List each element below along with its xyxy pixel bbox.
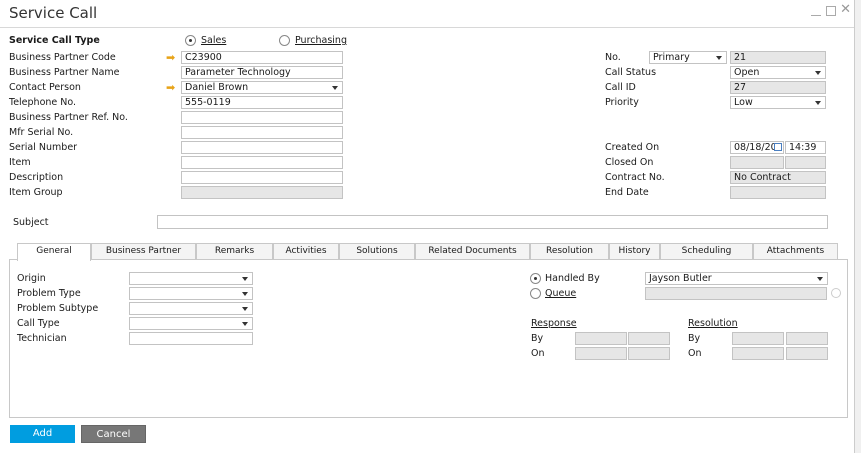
time-field (628, 347, 670, 360)
tab-remarks[interactable]: Remarks (196, 243, 273, 260)
row-label: On (688, 348, 702, 359)
close-icon[interactable]: ✕ (840, 2, 851, 17)
no-label: No. (605, 52, 621, 63)
call-status-label: Call Status (605, 67, 657, 78)
purchasing-label: Purchasing (295, 35, 347, 46)
field-input[interactable]: C23900 (181, 51, 343, 64)
sales-label: Sales (201, 35, 227, 46)
number-field: 21 (730, 51, 826, 64)
tab-scheduling[interactable]: Scheduling (660, 243, 753, 260)
row-label: On (531, 348, 545, 359)
field-label: Business Partner Ref. No. (9, 112, 128, 123)
field-label: Business Partner Code (9, 52, 116, 63)
date-field (732, 347, 784, 360)
created-on-label: Created On (605, 142, 660, 153)
field-label: Description (9, 172, 64, 183)
tab-business-partner[interactable]: Business Partner (91, 243, 196, 260)
created-time-field[interactable]: 14:39 (785, 141, 826, 154)
queue-radio[interactable] (530, 288, 541, 299)
field-input (181, 186, 343, 199)
closed-time-field (785, 156, 826, 169)
priority-label: Priority (605, 97, 639, 108)
field-input[interactable] (129, 287, 253, 300)
field-label: Telephone No. (9, 97, 77, 108)
field-input[interactable]: 555-0119 (181, 96, 343, 109)
tab-related-documents[interactable]: Related Documents (415, 243, 530, 260)
maximize-icon[interactable] (826, 6, 836, 16)
scrollbar[interactable] (854, 0, 861, 453)
field-label: Item (9, 157, 31, 168)
field-label: Problem Type (17, 288, 81, 299)
handled-by-radio[interactable] (530, 273, 541, 284)
calendar-icon[interactable] (774, 143, 782, 151)
time-field (628, 332, 670, 345)
call-id-label: Call ID (605, 82, 636, 93)
tab-resolution[interactable]: Resolution (530, 243, 609, 260)
subject-input[interactable] (157, 215, 828, 229)
field-input[interactable] (129, 332, 253, 345)
field-input[interactable]: Daniel Brown (181, 81, 343, 94)
cancel-button[interactable]: Cancel (81, 425, 146, 443)
queue-field (645, 287, 827, 300)
field-label: Call Type (17, 318, 60, 329)
row-label: By (688, 333, 701, 344)
service-call-type-label: Service Call Type (9, 35, 100, 46)
minimize-icon[interactable] (811, 6, 821, 16)
tab-activities[interactable]: Activities (273, 243, 339, 260)
field-input[interactable] (181, 126, 343, 139)
closed-date-field (730, 156, 784, 169)
priority-dropdown[interactable]: Low (730, 96, 826, 109)
field-input[interactable] (129, 302, 253, 315)
response-label: Response (531, 318, 577, 329)
field-input[interactable] (181, 111, 343, 124)
field-label: Serial Number (9, 142, 78, 153)
end-date-field (730, 186, 826, 199)
queue-info-icon[interactable] (831, 288, 841, 298)
field-input[interactable]: Parameter Technology (181, 66, 343, 79)
end-date-label: End Date (605, 187, 649, 198)
field-label: Contact Person (9, 82, 81, 93)
tab-history[interactable]: History (609, 243, 660, 260)
handled-by-dropdown[interactable]: Jayson Butler (645, 272, 828, 285)
contract-label: Contract No. (605, 172, 665, 183)
field-input[interactable] (129, 317, 253, 330)
divider (0, 27, 854, 28)
contract-field: No Contract (730, 171, 826, 184)
link-arrow-icon[interactable]: ➡ (166, 82, 178, 93)
closed-on-label: Closed On (605, 157, 654, 168)
date-field (575, 347, 627, 360)
date-field (575, 332, 627, 345)
purchasing-radio[interactable] (279, 35, 290, 46)
row-label: By (531, 333, 544, 344)
time-field (786, 347, 828, 360)
call-status-dropdown[interactable]: Open (730, 66, 826, 79)
time-field (786, 332, 828, 345)
resolution-label: Resolution (688, 318, 738, 329)
field-input[interactable] (181, 141, 343, 154)
field-label: Problem Subtype (17, 303, 99, 314)
field-label: Technician (17, 333, 67, 344)
date-field (732, 332, 784, 345)
window-title: Service Call (9, 4, 98, 22)
field-input[interactable] (129, 272, 253, 285)
tab-general[interactable]: General (17, 243, 91, 261)
tab-solutions[interactable]: Solutions (339, 243, 415, 260)
queue-label: Queue (545, 288, 577, 299)
field-input[interactable] (181, 156, 343, 169)
handled-by-label: Handled By (545, 273, 600, 284)
sales-radio[interactable] (185, 35, 196, 46)
add-button[interactable]: Add (10, 425, 75, 443)
series-dropdown[interactable]: Primary (649, 51, 727, 64)
field-label: Item Group (9, 187, 63, 198)
field-label: Mfr Serial No. (9, 127, 74, 138)
link-arrow-icon[interactable]: ➡ (166, 52, 178, 63)
field-label: Origin (17, 273, 46, 284)
field-input[interactable] (181, 171, 343, 184)
tab-attachments[interactable]: Attachments (753, 243, 838, 260)
call-id-field: 27 (730, 81, 826, 94)
subject-label: Subject (13, 217, 49, 228)
field-label: Business Partner Name (9, 67, 120, 78)
